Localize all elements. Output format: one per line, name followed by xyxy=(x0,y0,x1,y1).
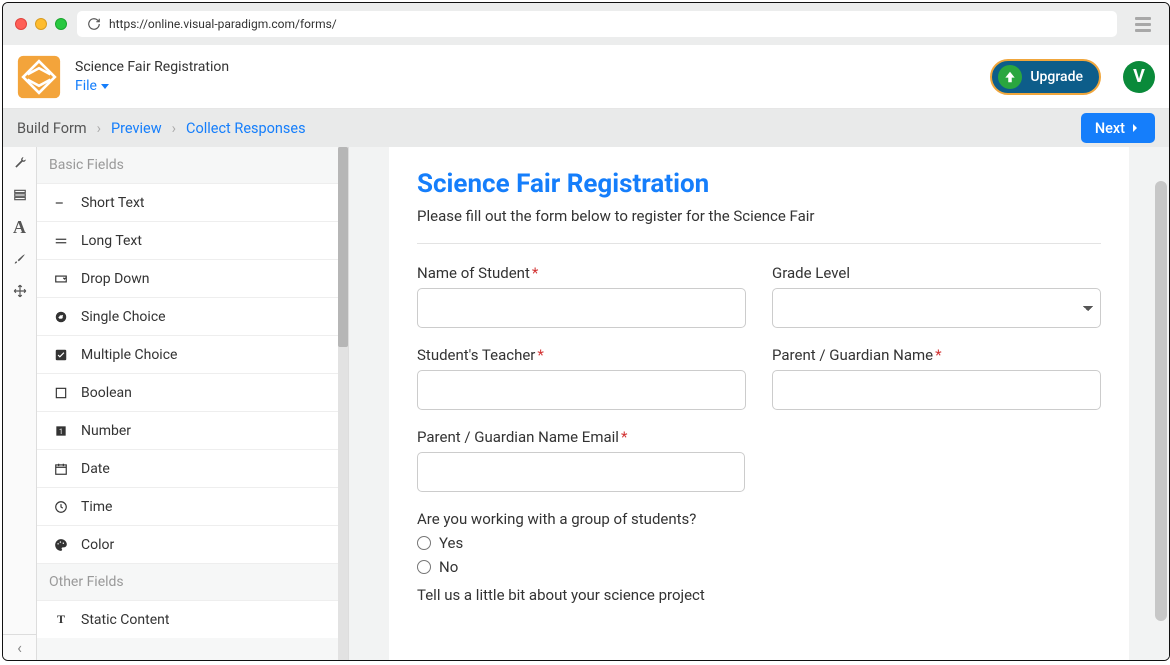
url-text: https://online.visual-paradigm.com/forms… xyxy=(109,17,337,31)
label-grade-level: Grade Level xyxy=(772,264,1101,282)
wrench-icon[interactable] xyxy=(10,153,30,173)
input-name-student[interactable] xyxy=(417,288,746,328)
crumb-preview[interactable]: Preview xyxy=(111,120,162,137)
browser-menu-icon[interactable] xyxy=(1135,13,1157,35)
field-label: Multiple Choice xyxy=(81,347,177,363)
minimize-window-icon[interactable] xyxy=(35,18,47,30)
select-grade-level[interactable] xyxy=(772,288,1101,328)
divider xyxy=(417,243,1101,244)
chevron-down-icon xyxy=(101,84,109,89)
upgrade-button[interactable]: Upgrade xyxy=(990,59,1101,95)
section-other-fields: Other Fields xyxy=(37,563,348,600)
label-guardian-email: Parent / Guardian Name Email* xyxy=(417,428,745,446)
layout-icon[interactable] xyxy=(10,185,30,205)
move-icon[interactable] xyxy=(10,281,30,301)
dropdown-icon xyxy=(53,271,69,287)
chevron-right-icon: › xyxy=(172,120,176,137)
maximize-window-icon[interactable] xyxy=(55,18,67,30)
calendar-icon xyxy=(53,461,69,477)
checkbox-icon xyxy=(53,347,69,363)
label-teacher: Student's Teacher* xyxy=(417,346,746,364)
brush-icon[interactable] xyxy=(10,249,30,269)
tool-rail: A ‹ xyxy=(3,147,37,660)
next-button[interactable]: Next xyxy=(1081,113,1155,143)
editor-body: A ‹ Basic Fields Short Text Long Text Dr… xyxy=(3,147,1169,660)
input-guardian-email[interactable] xyxy=(417,452,745,492)
text-icon[interactable]: A xyxy=(10,217,30,237)
radio-yes[interactable] xyxy=(417,536,431,550)
palette-icon xyxy=(53,537,69,553)
form-canvas-wrap: Science Fair Registration Please fill ou… xyxy=(349,147,1169,660)
field-date[interactable]: Date xyxy=(37,449,348,487)
canvas-scrollbar[interactable] xyxy=(1153,147,1169,660)
label-group-question: Are you working with a group of students… xyxy=(417,510,1101,528)
reload-icon[interactable] xyxy=(87,17,101,31)
long-text-icon xyxy=(53,233,69,249)
url-bar[interactable]: https://online.visual-paradigm.com/forms… xyxy=(77,11,1117,37)
app-logo-icon[interactable] xyxy=(17,55,61,99)
crumb-build[interactable]: Build Form xyxy=(17,120,87,137)
radio-icon xyxy=(53,309,69,325)
field-label: Drop Down xyxy=(81,271,150,287)
field-short-text[interactable]: Short Text xyxy=(37,183,348,221)
field-label: Single Choice xyxy=(81,309,166,325)
field-label: Color xyxy=(81,537,114,553)
upgrade-label: Upgrade xyxy=(1030,69,1083,85)
field-label: Static Content xyxy=(81,612,169,628)
field-boolean[interactable]: Boolean xyxy=(37,373,348,411)
input-teacher[interactable] xyxy=(417,370,746,410)
label-name-student: Name of Student* xyxy=(417,264,746,282)
chevron-right-icon: › xyxy=(97,120,101,137)
text-icon: T xyxy=(53,612,69,628)
field-label: Date xyxy=(81,461,110,477)
collapse-rail-button[interactable]: ‹ xyxy=(3,634,36,660)
next-label: Next xyxy=(1095,120,1125,137)
crumb-collect[interactable]: Collect Responses xyxy=(186,120,306,137)
radio-option-no[interactable]: No xyxy=(417,558,1101,576)
field-label: Time xyxy=(81,499,112,515)
app-header: Science Fair Registration File Upgrade V xyxy=(3,45,1169,109)
svg-text:1: 1 xyxy=(59,427,63,435)
field-color[interactable]: Color xyxy=(37,525,348,563)
label-about-project: Tell us a little bit about your science … xyxy=(417,586,1101,604)
section-basic-fields: Basic Fields xyxy=(37,147,348,183)
field-long-text[interactable]: Long Text xyxy=(37,221,348,259)
field-single-choice[interactable]: Single Choice xyxy=(37,297,348,335)
number-icon: 1 xyxy=(53,423,69,439)
field-multiple-choice[interactable]: Multiple Choice xyxy=(37,335,348,373)
radio-label: No xyxy=(439,558,458,576)
field-drop-down[interactable]: Drop Down xyxy=(37,259,348,297)
user-avatar[interactable]: V xyxy=(1123,61,1155,93)
form-canvas[interactable]: Science Fair Registration Please fill ou… xyxy=(389,147,1129,660)
form-subtitle[interactable]: Please fill out the form below to regist… xyxy=(417,207,1101,225)
radio-label: Yes xyxy=(439,534,463,552)
radio-option-yes[interactable]: Yes xyxy=(417,534,1101,552)
chevron-right-icon xyxy=(1129,122,1141,134)
field-label: Number xyxy=(81,423,131,439)
radio-no[interactable] xyxy=(417,560,431,574)
field-number[interactable]: 1 Number xyxy=(37,411,348,449)
field-label: Boolean xyxy=(81,385,132,401)
field-static-content[interactable]: T Static Content xyxy=(37,600,348,638)
field-label: Long Text xyxy=(81,233,142,249)
clock-icon xyxy=(53,499,69,515)
close-window-icon[interactable] xyxy=(15,18,27,30)
field-label: Short Text xyxy=(81,195,145,211)
short-text-icon xyxy=(53,195,69,211)
sidebar-scrollbar[interactable] xyxy=(338,147,348,660)
label-guardian-name: Parent / Guardian Name* xyxy=(772,346,1101,364)
fields-sidebar: Basic Fields Short Text Long Text Drop D… xyxy=(37,147,349,660)
input-guardian-name[interactable] xyxy=(772,370,1101,410)
breadcrumb: Build Form › Preview › Collect Responses… xyxy=(3,109,1169,147)
form-title[interactable]: Science Fair Registration xyxy=(417,169,1101,199)
boolean-icon xyxy=(53,385,69,401)
file-menu-label: File xyxy=(75,78,97,94)
document-title[interactable]: Science Fair Registration xyxy=(75,59,229,75)
window-titlebar: https://online.visual-paradigm.com/forms… xyxy=(3,3,1169,45)
window-controls xyxy=(15,18,67,30)
file-menu[interactable]: File xyxy=(75,78,229,94)
field-time[interactable]: Time xyxy=(37,487,348,525)
upgrade-arrow-icon xyxy=(998,65,1022,89)
